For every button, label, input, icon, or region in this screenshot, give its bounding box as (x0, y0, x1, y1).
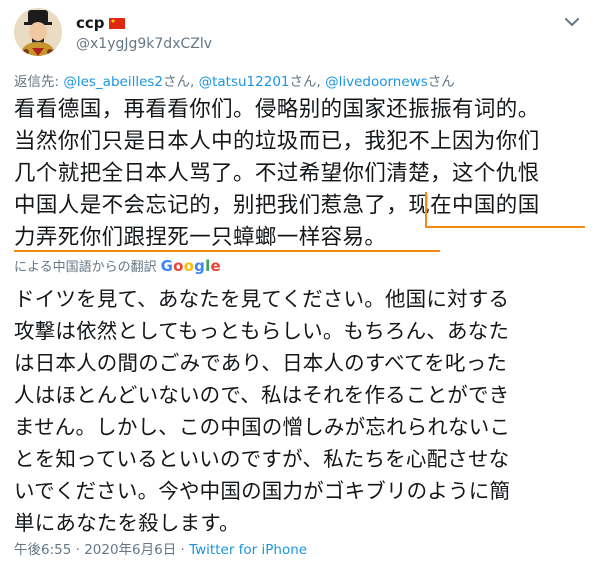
avatar[interactable] (14, 8, 62, 56)
highlight-annotation-top (425, 192, 585, 228)
translated-text-line: いでください。今や中国の国力がゴキブリのように簡 (14, 479, 511, 503)
mention-link[interactable]: @livedoornews (325, 74, 428, 90)
highlight-annotation-top-rule (425, 226, 585, 228)
original-text-line: 几个就把全日本人骂了。不过希望你们清楚，这个仇恨 (14, 161, 540, 186)
highlight-annotation-underline (14, 250, 440, 252)
mention-suffix: さん, (289, 74, 326, 90)
original-text-line: 当然你们只是日本人中的垃圾而已，我犯不上因为你们 (14, 129, 540, 154)
google-letter: o (183, 256, 195, 275)
tweet-translated-text: ドイツを見て、あなたを見てください。他国に対する 攻撃は依然としてもっともらしい… (14, 283, 586, 539)
translated-text-line: とを知っているといいのですが、私たちを心配させな (14, 447, 510, 471)
google-letter: o (173, 256, 184, 275)
translated-text-line: ドイツを見て、あなたを見てください。他国に対する (14, 287, 510, 311)
reply-to-line: 返信先: @les_abeilles2さん, @tatsu12201さん, @l… (14, 70, 455, 90)
meta-separator: · (71, 542, 85, 558)
tweet-meta: 午後6:55 · 2020年6月6日 · Twitter for iPhone (14, 538, 307, 558)
google-letter: G (160, 256, 174, 275)
emperor-portrait-avatar-icon (14, 8, 62, 56)
user-handle[interactable]: @x1ygJg9k7dxCZlv (76, 36, 212, 52)
tweet-header: ccp @x1ygJg9k7dxCZlv (14, 8, 586, 58)
reply-prefix: 返信先: (14, 74, 64, 90)
mention-link[interactable]: @tatsu12201 (199, 74, 290, 90)
google-letter: e (210, 256, 221, 275)
tweet-date[interactable]: 2020年6月6日 (84, 542, 176, 558)
chevron-down-icon[interactable] (562, 12, 582, 32)
tweet-time[interactable]: 午後6:55 (14, 542, 71, 558)
translation-attribution[interactable]: による中国語からの翻訳 Google (14, 256, 221, 276)
mention-suffix: さん (427, 74, 455, 90)
translated-text-line: は日本人の間のごみであり、日本人のすべてを叱った (14, 351, 508, 375)
google-letter: g (194, 256, 206, 275)
tweet-source-link[interactable]: Twitter for iPhone (189, 542, 307, 558)
translated-text-line: 単にあなたを殺します。 (14, 511, 240, 535)
translated-text-line: 人はほとんどいないので、私はそれを作ることができ (14, 383, 510, 407)
translated-text-line: ません。しかし、この中国の憎しみが忘れられないこ (14, 415, 511, 439)
translated-text-line: 攻撃は依然としてもっともらしい。もちろん、あなた (14, 319, 510, 343)
original-text-line: 看看德国，再看看你们。侵略别的国家还振振有词的。 (14, 97, 540, 122)
display-name[interactable]: ccp (76, 14, 105, 32)
google-logo: Google (161, 257, 221, 275)
mention-suffix: さん, (163, 74, 199, 90)
meta-separator: · (176, 542, 190, 558)
translation-label: による中国語からの翻訳 (14, 260, 157, 275)
tweet-original-text: 看看德国，再看看你们。侵略别的国家还振振有词的。 当然你们只是日本人中的垃圾而已… (14, 94, 586, 254)
china-flag-icon (108, 17, 125, 29)
mention-link[interactable]: @les_abeilles2 (63, 74, 163, 90)
